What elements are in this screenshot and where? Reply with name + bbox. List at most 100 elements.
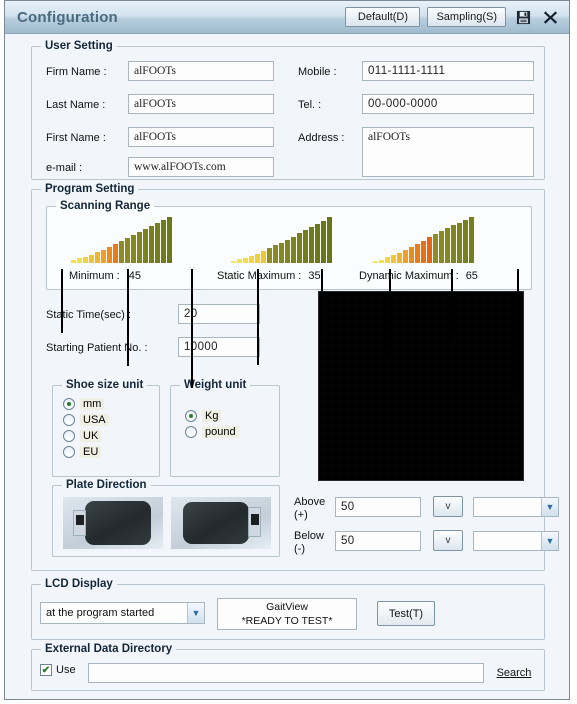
address-input[interactable]: alFOOTs bbox=[362, 127, 534, 177]
chart-bar bbox=[391, 255, 396, 263]
below-value-input[interactable]: 50 bbox=[335, 531, 421, 551]
lcd-display-group: LCD Display at the program started ▼ Gai… bbox=[31, 578, 545, 640]
configuration-dialog: Configuration Default(D) Sampling(S) Use… bbox=[4, 0, 570, 700]
chart-bar bbox=[125, 238, 130, 263]
mobile-input[interactable]: 011-1111-1111 bbox=[362, 61, 534, 81]
tel-input[interactable]: 00-000-0000 bbox=[362, 94, 534, 114]
chart-bar bbox=[71, 260, 76, 263]
email-input[interactable]: www.alFOOTs.com bbox=[128, 157, 274, 177]
radio-icon[interactable] bbox=[63, 398, 75, 410]
plate-direction-legend: Plate Direction bbox=[62, 479, 151, 491]
chart-bar bbox=[237, 259, 242, 263]
chart-bar bbox=[309, 227, 314, 263]
annotation-line bbox=[389, 269, 391, 357]
chevron-down-icon[interactable]: ▼ bbox=[541, 532, 558, 550]
program-setting-legend: Program Setting bbox=[41, 183, 139, 195]
annotation-line bbox=[321, 269, 323, 331]
minimum-label: Minimum : 45 bbox=[69, 270, 142, 282]
static-time-label: Static Time(sec) : bbox=[46, 309, 131, 321]
external-directory-path-input[interactable] bbox=[88, 663, 484, 683]
use-label: Use bbox=[56, 664, 76, 676]
dynamic-maximum-bar-chart bbox=[373, 215, 474, 263]
lcd-test-button[interactable]: Test(T) bbox=[377, 601, 435, 626]
shoe-size-unit-option-mm[interactable]: mm bbox=[63, 398, 109, 410]
chart-bar bbox=[421, 241, 426, 263]
chart-bar bbox=[279, 243, 284, 263]
radio-icon[interactable] bbox=[63, 414, 75, 426]
last-name-input[interactable]: alFOOTs bbox=[128, 94, 274, 114]
static-maximum-label: Static Maximum : 35 bbox=[217, 270, 321, 282]
lcd-display-legend: LCD Display bbox=[41, 578, 117, 590]
radio-icon[interactable] bbox=[185, 426, 197, 438]
shoe-size-unit-option-eu[interactable]: EU bbox=[63, 446, 109, 458]
chart-bar bbox=[155, 223, 160, 263]
plate-right-connector-option[interactable] bbox=[171, 497, 271, 549]
chart-bar bbox=[427, 237, 432, 263]
sensor-grid-preview[interactable] bbox=[318, 291, 524, 481]
chart-bar bbox=[291, 237, 296, 263]
weight-unit-options: Kg pound bbox=[185, 410, 239, 442]
chevron-down-icon[interactable]: ▼ bbox=[187, 603, 204, 623]
shoe-size-unit-option-uk[interactable]: UK bbox=[63, 430, 109, 442]
plate-left-connector-option[interactable] bbox=[63, 497, 163, 549]
weight-unit-option-label: Kg bbox=[202, 410, 222, 422]
chart-bar bbox=[409, 247, 414, 263]
lcd-trigger-dropdown[interactable]: at the program started ▼ bbox=[40, 602, 205, 624]
chart-bar bbox=[397, 253, 402, 263]
sampling-button[interactable]: Sampling(S) bbox=[427, 7, 506, 27]
annotation-line bbox=[127, 269, 129, 366]
mobile-label: Mobile : bbox=[298, 66, 337, 78]
close-x-icon[interactable] bbox=[540, 7, 560, 27]
chart-bar bbox=[231, 261, 236, 263]
radio-icon[interactable] bbox=[63, 430, 75, 442]
chart-bar bbox=[385, 257, 390, 263]
radio-icon[interactable] bbox=[185, 410, 197, 422]
lcd-preview-line1: GaitView bbox=[266, 600, 308, 613]
below-stepper-button[interactable]: v bbox=[433, 530, 463, 551]
save-floppy-icon[interactable] bbox=[513, 7, 533, 27]
above-stepper-button[interactable]: v bbox=[433, 496, 463, 517]
below-dropdown[interactable]: ▼ bbox=[473, 531, 559, 551]
search-button[interactable]: Search bbox=[490, 662, 538, 684]
chart-bar bbox=[285, 240, 290, 263]
above-dropdown[interactable]: ▼ bbox=[473, 497, 559, 517]
default-button-label: Default(D) bbox=[357, 11, 409, 23]
chart-bar bbox=[403, 250, 408, 263]
chart-bar bbox=[457, 223, 462, 263]
radio-icon[interactable] bbox=[63, 446, 75, 458]
use-external-directory-checkbox[interactable]: ✔ Use bbox=[40, 664, 76, 676]
above-value-input[interactable]: 50 bbox=[335, 497, 421, 517]
chevron-down-icon[interactable]: ▼ bbox=[541, 498, 558, 516]
chart-bar bbox=[261, 251, 266, 263]
chart-bar bbox=[77, 258, 82, 263]
plate-direction-group: Plate Direction bbox=[52, 479, 280, 557]
firm-name-label: Firm Name : bbox=[46, 66, 107, 78]
weight-unit-option-pound[interactable]: pound bbox=[185, 426, 239, 438]
chart-bar bbox=[113, 244, 118, 263]
dynamic-maximum-value: 65 bbox=[465, 270, 478, 282]
below-label: Below (-) bbox=[294, 530, 324, 555]
chart-bar bbox=[445, 228, 450, 263]
chart-bar bbox=[379, 260, 384, 263]
static-maximum-value: 35 bbox=[308, 270, 321, 282]
chart-bar bbox=[107, 247, 112, 263]
lcd-preview-line2: *READY TO TEST* bbox=[241, 615, 333, 627]
firm-name-input[interactable]: alFOOTs bbox=[128, 61, 274, 81]
chart-bar bbox=[137, 232, 142, 263]
chart-bar bbox=[327, 217, 332, 263]
chart-bar bbox=[273, 245, 278, 263]
default-button[interactable]: Default(D) bbox=[345, 7, 421, 27]
chart-bar bbox=[89, 255, 94, 263]
page-title: Configuration bbox=[17, 8, 118, 26]
lcd-trigger-value: at the program started bbox=[46, 607, 155, 619]
email-label: e-mail : bbox=[46, 162, 83, 174]
chart-bar bbox=[415, 244, 420, 263]
tel-label: Tel. : bbox=[298, 99, 322, 111]
weight-unit-option-kg[interactable]: Kg bbox=[185, 410, 239, 422]
weight-unit-option-label: pound bbox=[202, 426, 239, 438]
first-name-input[interactable]: alFOOTs bbox=[128, 127, 274, 147]
shoe-size-unit-group: Shoe size unit mm USA UK EU bbox=[52, 379, 160, 477]
shoe-size-unit-option-usa[interactable]: USA bbox=[63, 414, 109, 426]
chart-bar bbox=[303, 230, 308, 263]
chart-bar bbox=[119, 241, 124, 263]
